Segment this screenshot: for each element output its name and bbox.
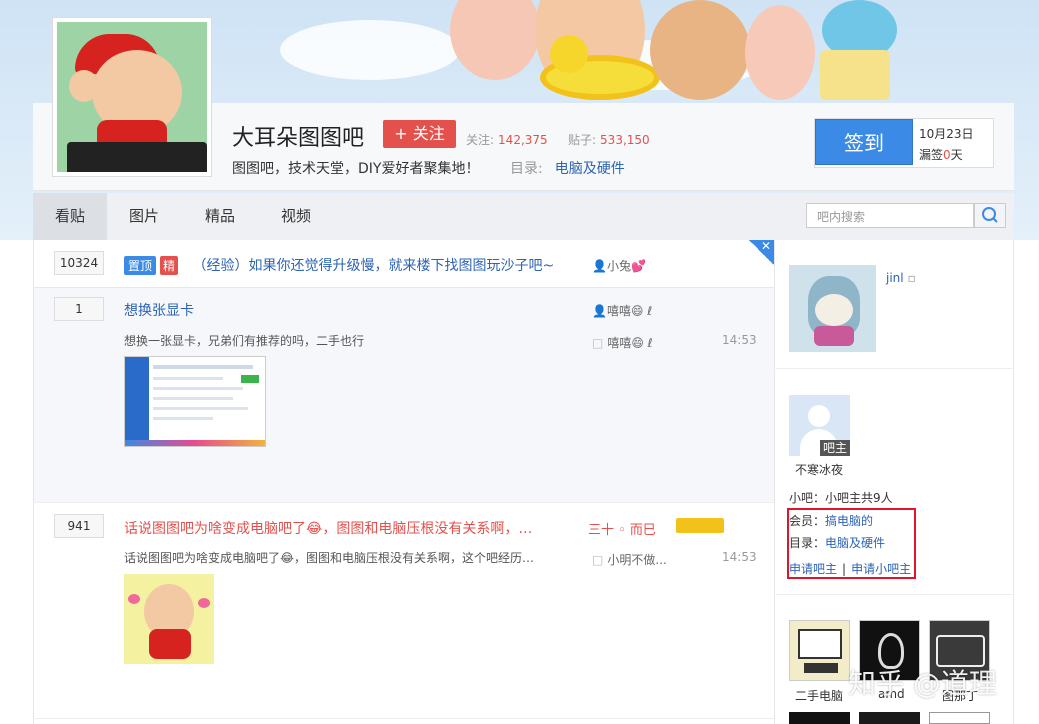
featured-badge: 精 bbox=[160, 256, 179, 275]
manager-avatar[interactable]: 吧主 bbox=[789, 395, 850, 456]
thread-author[interactable]: 👤嘻嘻😄 ℓ bbox=[592, 302, 652, 319]
signin-panel: 签到 10月23日 漏签0天 bbox=[814, 118, 994, 168]
user-name[interactable]: jinl ▫ bbox=[886, 271, 916, 285]
row-separator bbox=[33, 718, 774, 719]
user-avatar[interactable] bbox=[789, 265, 876, 352]
thread-title-text: （经验）如果你还觉得升级慢，就来楼下找图图玩沙子吧~ bbox=[192, 258, 555, 274]
post-count-label: 贴子: bbox=[568, 133, 597, 147]
banner-duck bbox=[550, 35, 588, 73]
signin-missed-prefix: 漏签 bbox=[919, 148, 944, 162]
reply-count: 941 bbox=[54, 514, 104, 538]
thread-author[interactable]: 三十 ◦ 而巳 bbox=[588, 519, 656, 538]
related-forum-name[interactable]: 二手电脑 bbox=[795, 687, 843, 704]
manager-name[interactable]: 不寒冰夜 bbox=[795, 461, 843, 478]
reply-time: 14:53 bbox=[722, 550, 757, 564]
signin-missed-suffix: 天 bbox=[950, 148, 963, 162]
search-icon bbox=[982, 207, 998, 223]
thread-author-name: 嘻嘻😄 ℓ bbox=[606, 304, 653, 318]
banner-pig-character bbox=[450, 0, 540, 80]
close-icon: ✕ bbox=[760, 239, 771, 253]
forum-slogan: 图图吧，技术天堂，DIY爱好者聚集地！ bbox=[232, 161, 480, 177]
follow-button[interactable]: + 关注 bbox=[383, 120, 456, 148]
last-reply[interactable]: □ 嘻嘻😄 ℓ bbox=[592, 334, 653, 351]
post-count: 贴子: 533,150 bbox=[568, 131, 650, 148]
row-separator bbox=[33, 502, 774, 503]
user-badge-icon: ▫ bbox=[907, 271, 916, 285]
banner-bear-character bbox=[650, 0, 750, 100]
sidebar-divider bbox=[774, 594, 1014, 595]
related-forum-avatar[interactable] bbox=[859, 712, 920, 724]
thread-image-cartoon[interactable] bbox=[124, 574, 214, 664]
signin-button[interactable]: 签到 bbox=[815, 119, 913, 165]
user-icon: 👤 bbox=[592, 304, 607, 318]
related-forum-avatar[interactable] bbox=[789, 620, 850, 681]
thread-image-screenshot[interactable] bbox=[124, 356, 266, 447]
watermark: 知乎 @道理 bbox=[848, 667, 997, 700]
forum-avatar-image bbox=[57, 22, 207, 172]
reply-time: 14:53 bbox=[722, 333, 757, 347]
manager-tag: 吧主 bbox=[820, 440, 850, 456]
tab-video[interactable]: 视频 bbox=[281, 193, 311, 240]
catalog-label: 目录: bbox=[510, 161, 543, 177]
reply-count: 10324 bbox=[54, 251, 104, 275]
user-level-badges bbox=[676, 518, 724, 533]
user-name-text: jinl bbox=[886, 271, 904, 285]
follow-count-value: 142,375 bbox=[498, 133, 548, 147]
comment-icon: □ bbox=[592, 336, 604, 350]
thread-author-name: 小兔💕 bbox=[606, 259, 646, 273]
tab-featured[interactable]: 精品 bbox=[205, 193, 235, 240]
post-count-value: 533,150 bbox=[600, 133, 650, 147]
highlight-box bbox=[787, 508, 916, 579]
catalog-link[interactable]: 电脑及硬件 bbox=[555, 161, 625, 177]
forum-avatar[interactable] bbox=[52, 17, 212, 177]
close-corner[interactable]: ✕ bbox=[749, 239, 774, 265]
sub-manager-count: 小吧：小吧主共9人 bbox=[789, 491, 893, 505]
related-forum-avatar[interactable] bbox=[789, 712, 850, 724]
forum-title: 大耳朵图图吧 bbox=[232, 126, 365, 151]
thread-title[interactable]: 话说图图吧为啥变成电脑吧了😂，图图和电脑压根没有关系啊，… bbox=[124, 518, 532, 538]
user-icon: 👤 bbox=[592, 259, 607, 273]
last-reply-name: 小明不做... bbox=[607, 553, 667, 567]
follow-count-label: 关注: bbox=[466, 133, 495, 147]
thread-title-pinned[interactable]: 置顶精 （经验）如果你还觉得升级慢，就来楼下找图图玩沙子吧~ bbox=[124, 255, 554, 275]
follow-count: 关注: 142,375 bbox=[466, 131, 548, 148]
comment-icon: □ bbox=[592, 553, 604, 567]
banner-bag bbox=[820, 50, 890, 100]
tab-images[interactable]: 图片 bbox=[129, 193, 159, 240]
last-reply[interactable]: □ 小明不做... bbox=[592, 551, 667, 568]
banner-cloud bbox=[280, 20, 460, 80]
reply-count: 1 bbox=[54, 297, 104, 321]
tab-threads[interactable]: 看贴 bbox=[33, 193, 107, 240]
pinned-badge: 置顶 bbox=[124, 256, 157, 275]
related-forum-avatar[interactable] bbox=[929, 712, 990, 724]
signin-missed-days: 0 bbox=[943, 148, 951, 162]
signin-missed: 漏签0天 bbox=[919, 146, 963, 163]
sidebar-divider bbox=[774, 368, 1014, 369]
thread-author[interactable]: 👤小兔💕 bbox=[592, 257, 646, 274]
signin-date: 10月23日 bbox=[919, 127, 974, 141]
thread-title[interactable]: 想换张显卡 bbox=[124, 300, 194, 320]
thread-abstract: 话说图图吧为啥变成电脑吧了😂，图图和电脑压根没有关系啊，这个吧经历… bbox=[124, 551, 535, 565]
forum-search-input[interactable]: 吧内搜索 bbox=[806, 203, 974, 228]
thread-abstract: 想换一张显卡，兄弟们有推荐的吗，二手也行 bbox=[124, 334, 365, 348]
search-button[interactable] bbox=[974, 203, 1006, 228]
banner-girl-character bbox=[745, 5, 815, 100]
last-reply-name: 嘻嘻😄 ℓ bbox=[607, 336, 653, 350]
forum-catalog: 目录: 电脑及硬件 bbox=[510, 158, 625, 178]
